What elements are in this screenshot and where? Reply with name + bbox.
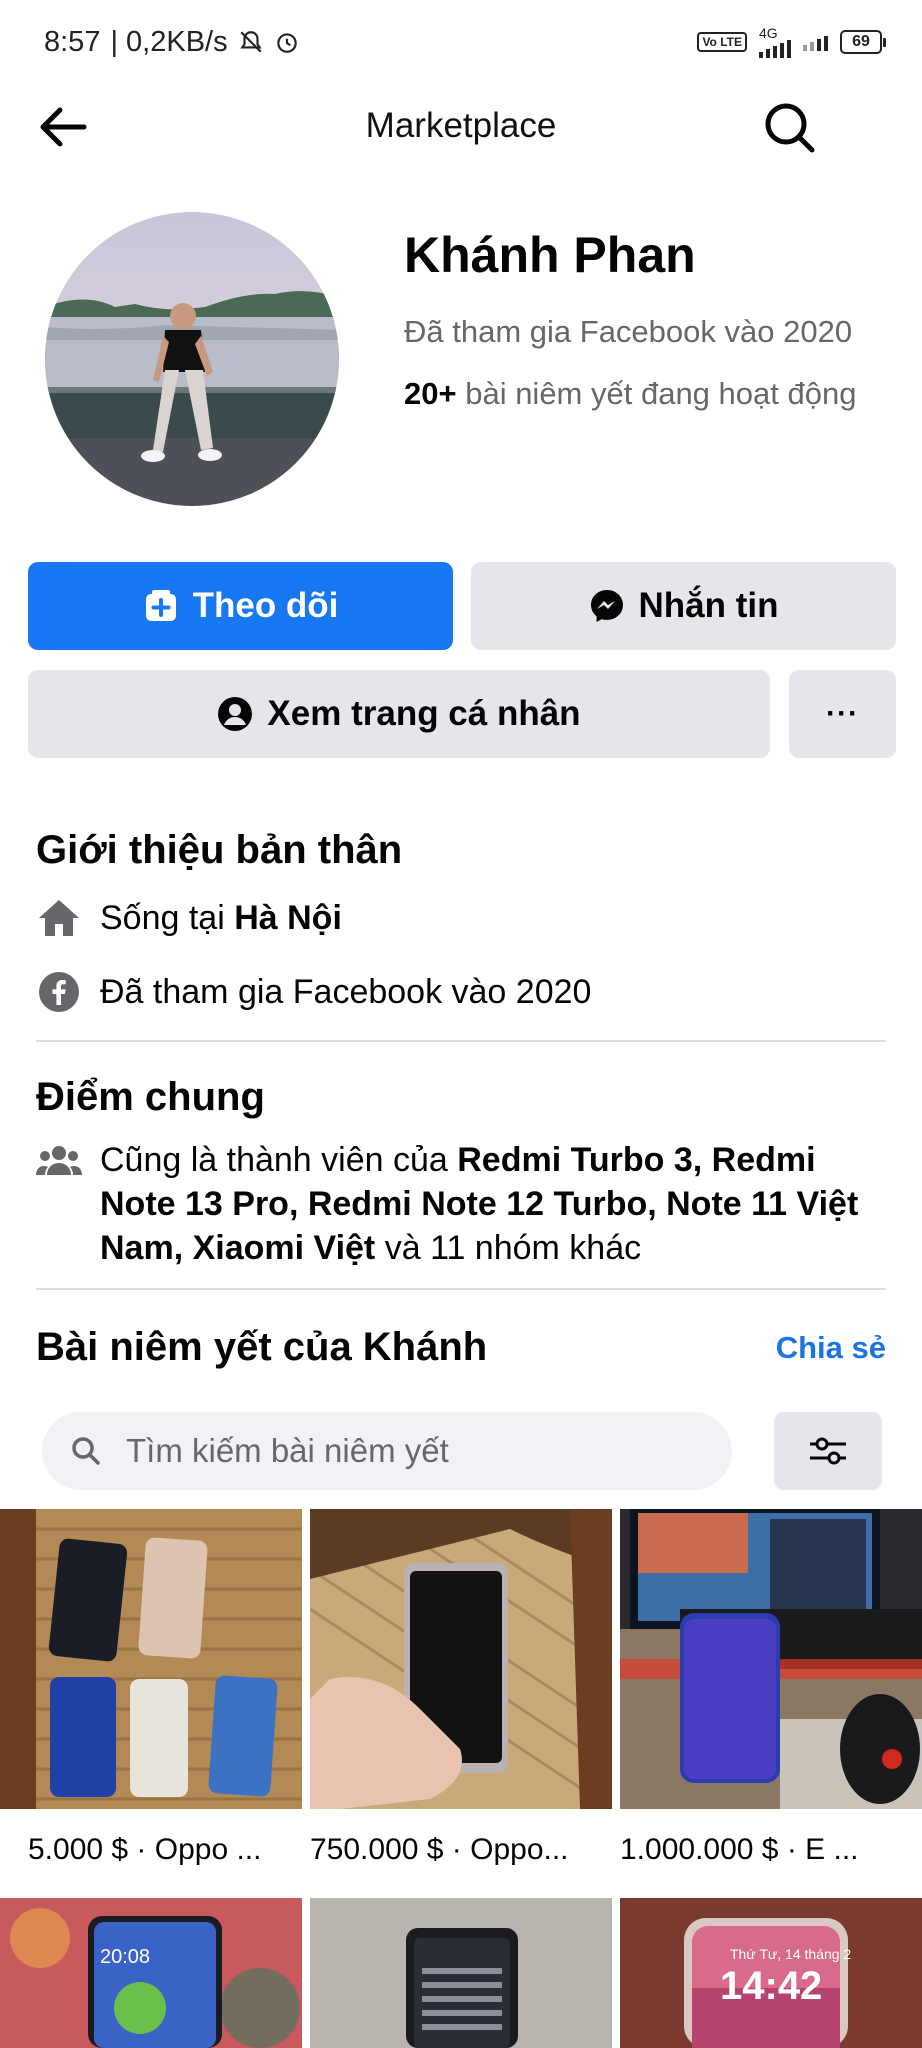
network-type: 4G bbox=[759, 25, 778, 41]
lives-in-city: Hà Nội bbox=[234, 899, 342, 937]
listings-text: bài niêm yết đang hoạt động bbox=[456, 376, 857, 411]
messenger-icon bbox=[590, 590, 623, 622]
signal-strength-icon bbox=[759, 40, 791, 58]
listing-photo bbox=[0, 1509, 302, 1809]
listing-item[interactable]: 1.000.000 $ · E ... bbox=[620, 1509, 922, 1867]
listing-caption: 5.000 $ · Oppo ... bbox=[28, 1833, 262, 1866]
divider bbox=[36, 1040, 886, 1042]
volte-badge: Vo LTE bbox=[697, 32, 747, 52]
profile-listings: 20+ bài niêm yết đang hoạt động bbox=[404, 372, 884, 416]
listing-time-overlay: 14:42 bbox=[720, 1964, 823, 2008]
profile-name: Khánh Phan bbox=[404, 227, 696, 283]
status-bar: 8:57 | 0,2KB/s Vo LTE 4G 69 bbox=[0, 0, 922, 84]
mute-bell-icon bbox=[239, 31, 262, 53]
listing-caption: 1.000.000 $ · E ... bbox=[620, 1833, 859, 1866]
listing-photo bbox=[310, 1898, 612, 2048]
top-nav: Marketplace bbox=[0, 84, 922, 168]
profile-photo bbox=[45, 212, 339, 506]
about-title: Giới thiệu bản thân bbox=[36, 828, 403, 872]
listing-item[interactable]: 750.000 $ · Oppo... bbox=[310, 1509, 612, 1867]
search-icon bbox=[72, 1437, 100, 1465]
search-icon bbox=[765, 103, 815, 153]
more-dots-icon: ··· bbox=[826, 697, 859, 730]
sliders-icon bbox=[810, 1437, 846, 1465]
view-profile-button[interactable]: Xem trang cá nhân bbox=[28, 670, 770, 758]
listings-count: 20+ bbox=[404, 376, 457, 411]
more-button[interactable]: ··· bbox=[789, 670, 896, 758]
user-circle-icon bbox=[218, 697, 253, 731]
listing-photo bbox=[0, 1898, 302, 2048]
group-icon bbox=[36, 1138, 82, 1182]
follow-plus-icon bbox=[145, 590, 176, 621]
divider bbox=[36, 1288, 886, 1290]
listings-search-input[interactable] bbox=[126, 1432, 686, 1470]
share-link[interactable]: Chia sẻ bbox=[776, 1330, 886, 1366]
listing-photo bbox=[310, 1509, 612, 1809]
filter-button[interactable] bbox=[774, 1412, 882, 1490]
listing-date-overlay: Thứ Tư, 14 tháng 2 bbox=[730, 1946, 852, 1962]
status-left: 8:57 | 0,2KB/s bbox=[44, 26, 300, 59]
signal-strength-2-icon bbox=[803, 33, 828, 51]
follow-button[interactable]: Theo dõi bbox=[28, 562, 453, 650]
home-icon bbox=[36, 896, 82, 940]
groups-prefix: Cũng là thành viên của bbox=[100, 1141, 458, 1179]
common-title: Điểm chung bbox=[36, 1075, 265, 1119]
joined-text: Đã tham gia Facebook vào 2020 bbox=[100, 973, 592, 1011]
status-right: Vo LTE 4G 69 bbox=[697, 25, 886, 58]
message-button[interactable]: Nhắn tin bbox=[471, 562, 896, 650]
message-label: Nhắn tin bbox=[638, 586, 779, 625]
listing-item[interactable] bbox=[310, 1898, 612, 2048]
profile-joined: Đã tham gia Facebook vào 2020 bbox=[404, 314, 853, 349]
status-time: 8:57 bbox=[44, 25, 101, 58]
view-profile-label: Xem trang cá nhân bbox=[267, 694, 581, 733]
lives-in-row: Sống tại Hà Nội bbox=[36, 896, 886, 940]
listing-caption: 750.000 $ · Oppo... bbox=[310, 1833, 569, 1866]
listing-time-overlay: 20:08 bbox=[100, 1946, 151, 1968]
avatar[interactable] bbox=[45, 212, 339, 506]
lives-in-prefix: Sống tại bbox=[100, 899, 235, 937]
search-button[interactable] bbox=[762, 100, 818, 156]
groups-suffix: và 11 nhóm khác bbox=[375, 1229, 642, 1267]
listing-item[interactable]: 20:08 bbox=[0, 1898, 302, 2048]
battery-icon: 69 bbox=[840, 30, 886, 54]
listings-title: Bài niêm yết của Khánh bbox=[36, 1325, 488, 1369]
lives-in-text: Sống tại Hà Nội bbox=[100, 896, 342, 940]
status-speed: | 0,2KB/s bbox=[110, 25, 228, 58]
listing-item[interactable]: Thứ Tư, 14 tháng 2 14:42 bbox=[620, 1898, 922, 2048]
alarm-icon bbox=[276, 33, 297, 53]
listing-item[interactable]: 5.000 $ · Oppo ... bbox=[0, 1509, 302, 1867]
common-groups-text: Cũng là thành viên của Redmi Turbo 3, Re… bbox=[100, 1138, 886, 1270]
profile-info: Khánh Phan Đã tham gia Facebook vào 2020… bbox=[404, 226, 884, 416]
joined-row: Đã tham gia Facebook vào 2020 bbox=[36, 970, 886, 1014]
listings-search[interactable] bbox=[42, 1412, 732, 1490]
common-groups-row: Cũng là thành viên của Redmi Turbo 3, Re… bbox=[36, 1138, 886, 1270]
facebook-icon bbox=[36, 970, 82, 1014]
listing-photo bbox=[620, 1509, 922, 1809]
follow-label: Theo dõi bbox=[192, 586, 339, 625]
